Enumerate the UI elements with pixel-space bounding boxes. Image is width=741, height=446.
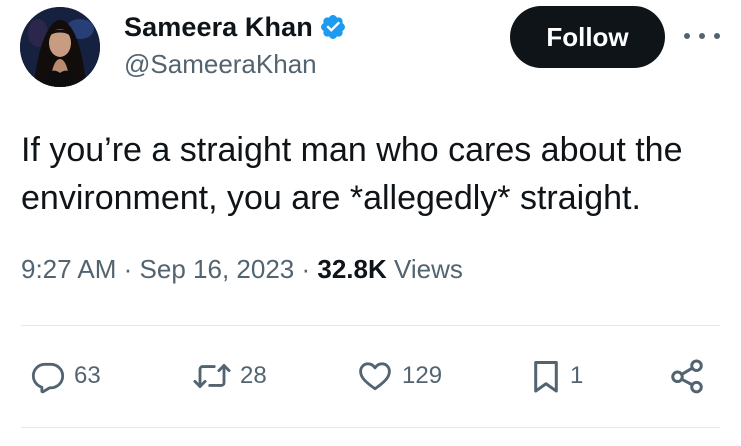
reply-bubble-icon <box>31 362 65 394</box>
action-bar: 63 28 129 1 <box>0 352 741 400</box>
retweet-icon <box>193 364 231 388</box>
share-button[interactable] <box>668 352 706 400</box>
user-handle[interactable]: @SameeraKhan <box>124 49 347 80</box>
views-label: Views <box>394 254 463 284</box>
tweet-text-line: environment, you are *allegedly* straigh… <box>21 179 641 217</box>
meta-separator: · <box>123 254 133 284</box>
avatar-image <box>20 7 100 87</box>
tweet-header: Sameera Khan @SameeraKhan Follow <box>0 0 741 100</box>
like-count: 129 <box>402 362 443 389</box>
meta-separator: · <box>301 254 311 284</box>
more-dots-icon[interactable] <box>684 26 720 46</box>
more-dot <box>699 33 705 39</box>
tweet-date[interactable]: Sep 16, 2023 <box>140 254 295 284</box>
reply-count: 63 <box>74 362 101 389</box>
more-dot <box>714 33 720 39</box>
bookmark-icon <box>534 361 558 393</box>
follow-button[interactable]: Follow <box>510 6 665 68</box>
tweet-text-line: If you’re a straight man who cares about… <box>21 131 683 169</box>
verified-badge-icon <box>319 13 347 41</box>
avatar[interactable] <box>20 7 100 87</box>
retweet-button[interactable]: 28 <box>192 352 267 400</box>
bookmark-count: 1 <box>570 362 584 389</box>
user-meta: Sameera Khan @SameeraKhan <box>124 10 347 80</box>
divider <box>21 427 720 428</box>
more-dot <box>684 33 690 39</box>
bookmark-button[interactable]: 1 <box>530 352 583 400</box>
reply-button[interactable]: 63 <box>30 352 101 400</box>
retweet-count: 28 <box>240 362 267 389</box>
tweet-text: If you’re a straight man who cares about… <box>21 126 721 222</box>
like-button[interactable]: 129 <box>356 352 442 400</box>
share-icon <box>671 359 703 394</box>
display-name[interactable]: Sameera Khan <box>124 12 313 43</box>
views-count: 32.8K <box>317 254 387 284</box>
display-name-row: Sameera Khan <box>124 10 347 44</box>
tweet-time[interactable]: 9:27 AM <box>21 254 116 284</box>
heart-icon <box>359 362 391 391</box>
tweet-meta: 9:27 AM · Sep 16, 2023 · 32.8K Views <box>21 254 463 285</box>
divider <box>21 325 720 326</box>
